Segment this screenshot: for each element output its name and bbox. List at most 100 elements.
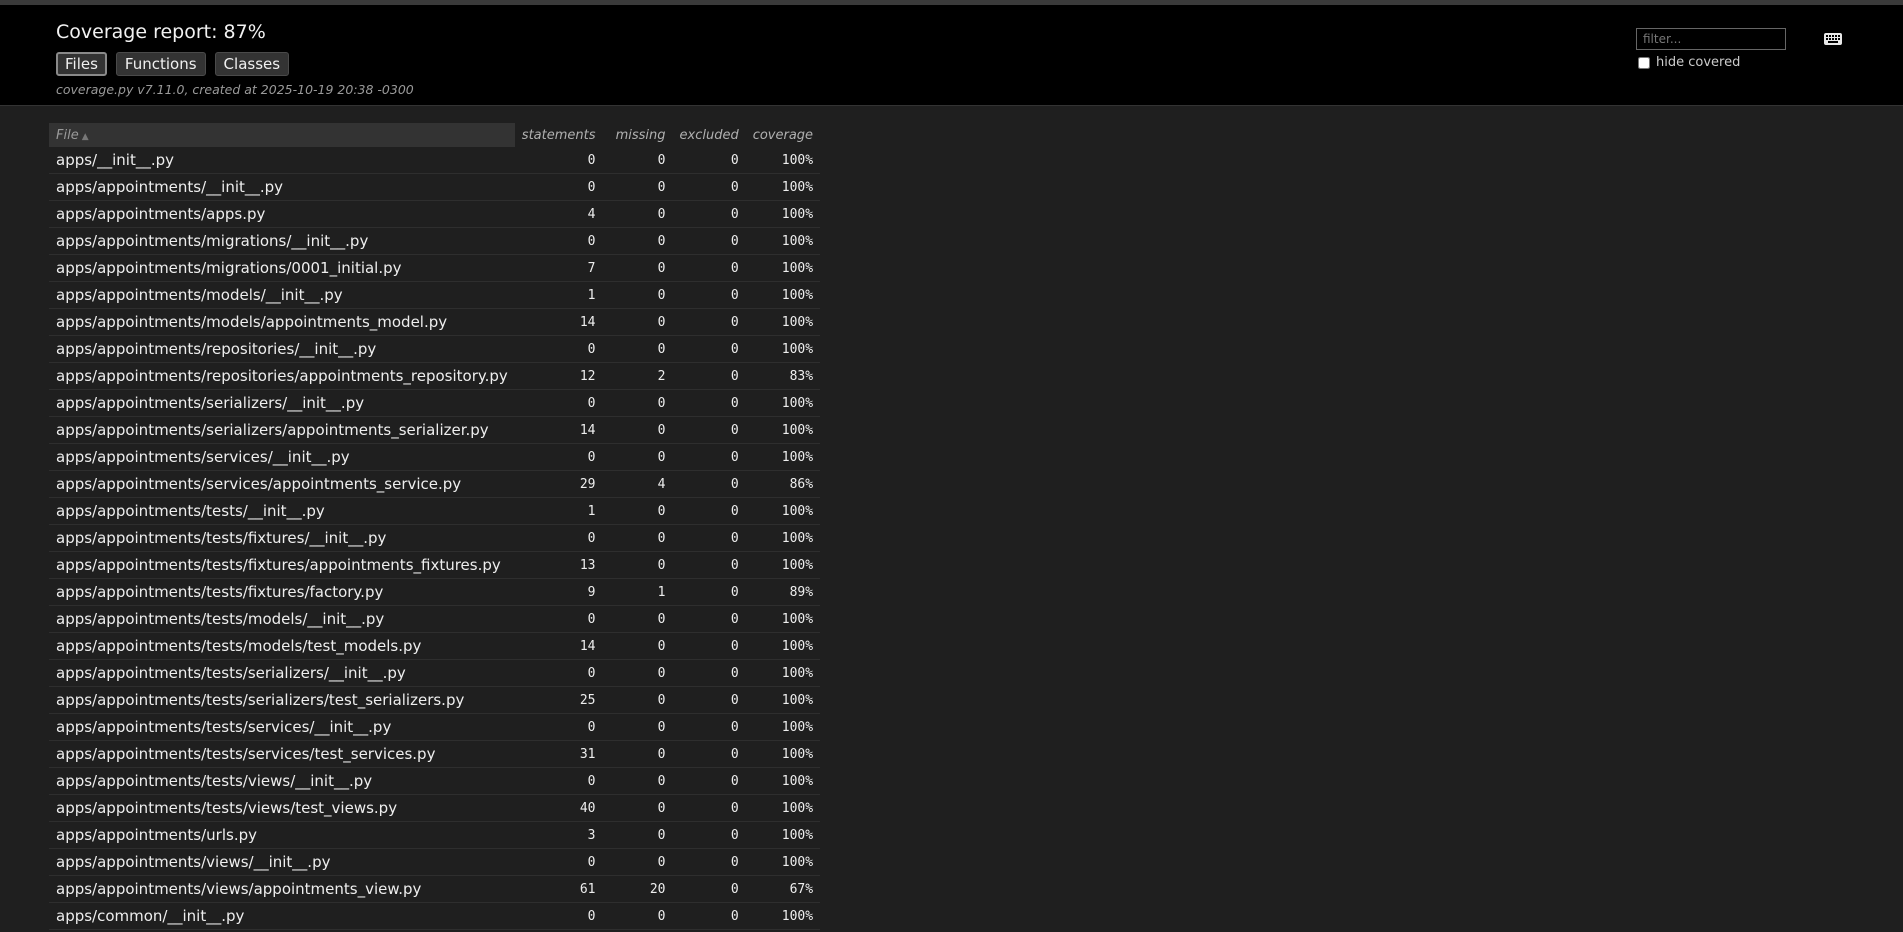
table-row: apps/appointments/serializers/appointmen… (49, 416, 821, 444)
excluded-cell: 0 (672, 281, 746, 309)
table-row: apps/appointments/tests/views/test_views… (49, 794, 821, 822)
table-row: apps/appointments/migrations/0001_initia… (49, 254, 821, 282)
table-row: apps/appointments/views/appointments_vie… (49, 875, 821, 903)
table-row: apps/appointments/tests/serializers/test… (49, 686, 821, 714)
report-meta: coverage.py v7.11.0, created at 2025-10-… (56, 81, 414, 97)
coverage-cell: 100% (745, 200, 821, 228)
statements-cell: 0 (514, 227, 603, 255)
file-link[interactable]: apps/appointments/tests/serializers/test… (49, 686, 515, 714)
statements-cell: 4 (514, 200, 603, 228)
missing-cell: 0 (602, 200, 673, 228)
tab-functions[interactable]: Functions (115, 51, 206, 76)
file-link[interactable]: apps/appointments/tests/views/test_views… (49, 794, 515, 822)
column-header-excluded[interactable]: excluded (673, 123, 746, 147)
view-tabs: Files Functions Classes (56, 51, 414, 76)
missing-cell: 1 (602, 578, 673, 606)
hide-covered-toggle[interactable]: hide covered (1636, 55, 1786, 70)
excluded-cell: 0 (672, 740, 746, 768)
file-link[interactable]: apps/appointments/models/__init__.py (49, 281, 515, 309)
missing-cell: 0 (602, 254, 673, 282)
file-link[interactable]: apps/appointments/tests/__init__.py (49, 497, 515, 525)
tab-classes[interactable]: Classes (214, 51, 290, 76)
file-link[interactable]: apps/appointments/tests/services/__init_… (49, 713, 515, 741)
statements-cell: 1 (514, 497, 603, 525)
missing-cell: 0 (602, 821, 673, 849)
coverage-cell: 100% (745, 227, 821, 255)
column-header-coverage[interactable]: coverage (746, 123, 820, 147)
statements-cell: 40 (514, 794, 603, 822)
coverage-cell: 100% (745, 173, 821, 201)
statements-cell: 0 (514, 173, 603, 201)
file-link[interactable]: apps/appointments/services/appointments_… (49, 470, 515, 498)
file-link[interactable]: apps/appointments/tests/fixtures/factory… (49, 578, 515, 606)
statements-cell: 25 (514, 686, 603, 714)
header-content: Coverage report: 87% Files Functions Cla… (56, 21, 414, 97)
tab-files[interactable]: Files (56, 51, 107, 76)
file-link[interactable]: apps/appointments/tests/views/__init__.p… (49, 767, 515, 795)
missing-cell: 0 (602, 902, 673, 930)
file-link[interactable]: apps/appointments/migrations/0001_initia… (49, 254, 515, 282)
excluded-cell: 0 (672, 659, 746, 687)
coverage-cell: 100% (745, 794, 821, 822)
column-header-statements[interactable]: statements (515, 123, 603, 147)
file-link[interactable]: apps/appointments/urls.py (49, 821, 515, 849)
table-row: apps/appointments/views/__init__.py 0 0 0 10… (49, 848, 821, 876)
excluded-cell: 0 (672, 686, 746, 714)
table-row: apps/appointments/tests/fixtures/__init_… (49, 524, 821, 552)
file-link[interactable]: apps/appointments/serializers/__init__.p… (49, 389, 515, 417)
missing-cell: 0 (602, 740, 673, 768)
statements-cell: 61 (514, 875, 603, 903)
missing-cell: 20 (602, 875, 673, 903)
column-header-file[interactable]: File ▲ (49, 123, 515, 147)
file-link[interactable]: apps/common/__init__.py (49, 902, 515, 930)
table-row: apps/appointments/serializers/__init__.p… (49, 389, 821, 417)
coverage-cell: 89% (745, 578, 821, 606)
file-link[interactable]: apps/appointments/migrations/__init__.py (49, 227, 515, 255)
table-row: apps/appointments/tests/__init__.py 1 0 0 10… (49, 497, 821, 525)
file-link[interactable]: apps/appointments/repositories/__init__.… (49, 335, 515, 363)
file-link[interactable]: apps/appointments/serializers/appointmen… (49, 416, 515, 444)
table-row: apps/appointments/tests/fixtures/factory… (49, 578, 821, 606)
coverage-cell: 100% (745, 147, 821, 174)
excluded-cell: 0 (672, 362, 746, 390)
file-link[interactable]: apps/appointments/tests/models/__init__.… (49, 605, 515, 633)
missing-cell: 0 (602, 389, 673, 417)
file-link[interactable]: apps/appointments/__init__.py (49, 173, 515, 201)
file-link[interactable]: apps/__init__.py (49, 147, 515, 174)
statements-cell: 0 (514, 335, 603, 363)
excluded-cell: 0 (672, 821, 746, 849)
coverage-table: File ▲ statements missing excluded covera… (49, 123, 821, 930)
file-link[interactable]: apps/appointments/tests/models/test_mode… (49, 632, 515, 660)
file-link[interactable]: apps/appointments/services/__init__.py (49, 443, 515, 471)
excluded-cell: 0 (672, 632, 746, 660)
file-link[interactable]: apps/appointments/tests/fixtures/__init_… (49, 524, 515, 552)
report-header: Coverage report: 87% Files Functions Cla… (0, 5, 1903, 106)
coverage-cell: 100% (745, 497, 821, 525)
file-link[interactable]: apps/appointments/views/__init__.py (49, 848, 515, 876)
excluded-cell: 0 (672, 848, 746, 876)
statements-cell: 12 (514, 362, 603, 390)
table-row: apps/__init__.py 0 0 0 100% (49, 147, 821, 174)
coverage-cell: 100% (745, 524, 821, 552)
table-row: apps/appointments/apps.py 4 0 0 100% (49, 200, 821, 228)
statements-cell: 0 (514, 524, 603, 552)
missing-cell: 0 (602, 173, 673, 201)
coverage-cell: 100% (745, 335, 821, 363)
file-link[interactable]: apps/appointments/tests/services/test_se… (49, 740, 515, 768)
file-link[interactable]: apps/appointments/tests/serializers/__in… (49, 659, 515, 687)
file-link[interactable]: apps/appointments/models/appointments_mo… (49, 308, 515, 336)
table-row: apps/appointments/models/appointments_mo… (49, 308, 821, 336)
filter-input[interactable] (1636, 28, 1786, 50)
coverage-cell: 100% (745, 632, 821, 660)
column-header-missing[interactable]: missing (603, 123, 673, 147)
hide-covered-checkbox[interactable] (1638, 56, 1650, 69)
file-link[interactable]: apps/appointments/apps.py (49, 200, 515, 228)
file-link[interactable]: apps/appointments/repositories/appointme… (49, 362, 515, 390)
coverage-cell: 100% (745, 659, 821, 687)
keyboard-icon[interactable] (1824, 30, 1842, 49)
statements-cell: 14 (514, 308, 603, 336)
file-link[interactable]: apps/appointments/tests/fixtures/appoint… (49, 551, 515, 579)
coverage-cell: 100% (745, 389, 821, 417)
file-link[interactable]: apps/appointments/views/appointments_vie… (49, 875, 515, 903)
table-header-row: File ▲ statements missing excluded covera… (49, 123, 820, 147)
